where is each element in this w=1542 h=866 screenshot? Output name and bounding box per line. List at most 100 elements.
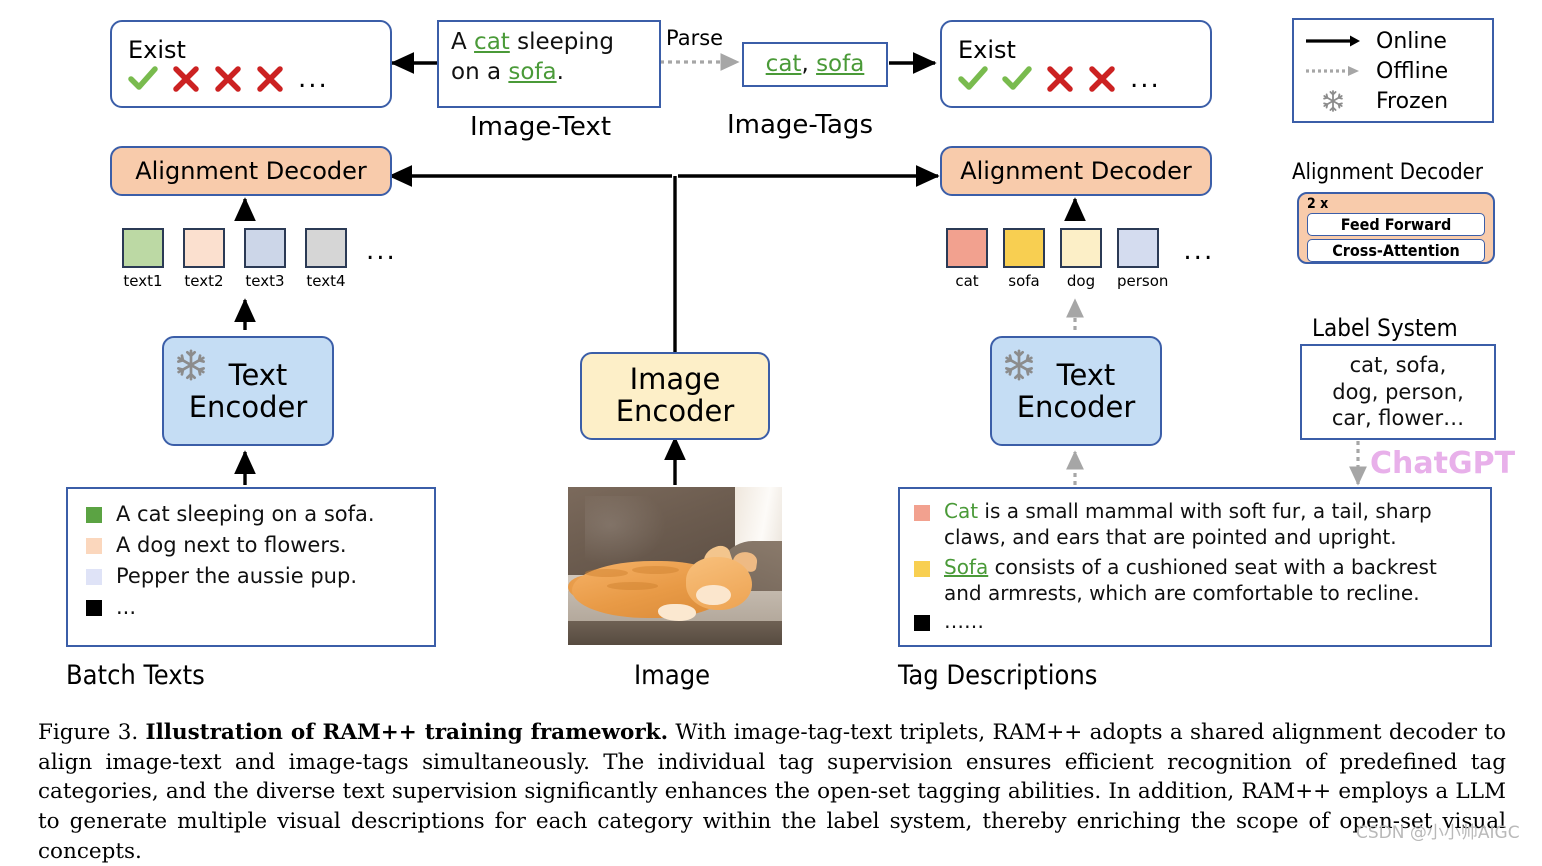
- color-swatch: [86, 507, 102, 523]
- decoder-detail-box: 2 x Feed Forward Cross-Attention: [1297, 192, 1495, 264]
- tag-sofa: sofa: [816, 50, 865, 77]
- left-text-encoder: Text Encoder: [162, 336, 334, 446]
- batch-texts-box: A cat sleeping on a sofa. A dog next to …: [66, 487, 436, 647]
- embedding-label: cat: [955, 272, 979, 290]
- embedding-item: sofa: [1003, 228, 1045, 290]
- figure-bold-title: Illustration of RAM++ training framework…: [145, 720, 669, 745]
- right-exist-title: Exist: [958, 36, 1016, 64]
- label-system-title: Label System: [1312, 314, 1458, 342]
- legend-item-online: Online: [1304, 26, 1482, 56]
- embedding-label: dog: [1066, 272, 1096, 290]
- legend-item-frozen: Frozen: [1304, 86, 1482, 116]
- left-encoder-line2: Encoder: [188, 390, 308, 424]
- color-swatch: [86, 599, 102, 616]
- decoder-detail-title: Alignment Decoder: [1292, 160, 1483, 185]
- embedding-item: text1: [122, 228, 164, 290]
- embedding-swatch: [305, 228, 347, 268]
- image-tags-box: cat, sofa: [742, 42, 888, 87]
- image-encoder-line2: Encoder: [615, 394, 735, 428]
- embedding-swatch: [1060, 228, 1102, 268]
- image-text-caption: Image-Text: [470, 112, 612, 142]
- tag-separator: ,: [801, 50, 817, 77]
- batch-text-label: A cat sleeping on a sofa.: [116, 502, 375, 526]
- image-text-post1: sleeping: [509, 29, 614, 55]
- legend-box: Online Offline Frozen: [1292, 18, 1494, 123]
- tag-description-item: Sofa consists of a cushioned seat with a…: [914, 555, 1478, 606]
- tag-description-text: Cat is a small mammal with soft fur, a t…: [944, 499, 1478, 550]
- tag-descriptions-caption: Tag Descriptions: [898, 660, 1098, 691]
- embedding-swatch: [1117, 228, 1159, 268]
- legend-item-offline: Offline: [1304, 56, 1482, 86]
- right-encoder-line2: Encoder: [1016, 390, 1136, 424]
- image-text-post2: .: [556, 58, 564, 85]
- check-icon: [1002, 66, 1032, 90]
- right-exist-marks: ...: [958, 66, 1194, 92]
- tag-descriptions-box: Cat is a small mammal with soft fur, a t…: [898, 487, 1492, 647]
- tag-description-item: ……: [914, 609, 1478, 635]
- image-text-pre1: A: [451, 29, 475, 55]
- color-swatch: [914, 615, 930, 632]
- embedding-label: sofa: [1008, 272, 1040, 290]
- embedding-item: dog: [1060, 228, 1102, 290]
- color-swatch: [86, 568, 102, 585]
- embedding-swatch: [946, 228, 988, 268]
- batch-text-item: Pepper the aussie pup.: [86, 563, 420, 590]
- parse-label: Parse: [666, 26, 724, 50]
- embedding-swatch: [1003, 228, 1045, 268]
- right-alignment-decoder-label: Alignment Decoder: [960, 157, 1192, 185]
- embedding-label: person: [1117, 272, 1169, 290]
- figure-number: Figure 3.: [38, 720, 139, 745]
- embedding-swatch: [122, 228, 164, 268]
- right-alignment-decoder: Alignment Decoder: [940, 146, 1212, 196]
- batch-texts-caption: Batch Texts: [66, 660, 205, 691]
- color-swatch: [914, 505, 930, 521]
- decoder-block-cross-attention: Cross-Attention: [1307, 239, 1485, 262]
- embedding-item: cat: [946, 228, 988, 290]
- left-exist-box: Exist ...: [110, 20, 392, 108]
- tag-desc-body: is a small mammal with soft fur, a tail,…: [944, 499, 1432, 549]
- embedding-label: text3: [245, 272, 285, 290]
- decoder-block-feed-forward: Feed Forward: [1307, 213, 1485, 236]
- figure-canvas: Exist ... Alignment Decoder text1 text2 …: [0, 0, 1542, 864]
- label-system-line2: dog, person,: [1332, 379, 1464, 404]
- cross-icon: [1089, 66, 1115, 92]
- snowflake-icon: [1323, 90, 1343, 112]
- embedding-item: text3: [244, 228, 286, 290]
- batch-text-label: ...: [116, 594, 137, 619]
- snowflake-icon: [177, 349, 205, 381]
- tag-name-cat: Cat: [944, 499, 979, 523]
- snowflake-icon: [1005, 349, 1033, 381]
- solid-arrow-icon: [1306, 35, 1360, 47]
- image-text-box: A cat sleeping on a sofa.: [437, 20, 661, 108]
- left-embeddings-row: text1 text2 text3 text4 ...: [122, 228, 397, 290]
- image-caption: Image: [634, 660, 711, 691]
- right-embeddings-row: cat sofa dog person ...: [946, 228, 1214, 290]
- embedding-item: text4: [305, 228, 347, 290]
- embedding-item: text2: [183, 228, 225, 290]
- image-text-line2: on a sofa.: [451, 58, 647, 88]
- left-embeddings-ellipsis: ...: [366, 236, 397, 266]
- tag-description-text: ……: [944, 609, 984, 634]
- batch-text-label: Pepper the aussie pup.: [116, 563, 357, 588]
- embedding-label: text1: [123, 272, 163, 290]
- left-alignment-decoder: Alignment Decoder: [110, 146, 392, 196]
- left-alignment-decoder-label: Alignment Decoder: [135, 157, 367, 185]
- tag-description-text: Sofa consists of a cushioned seat with a…: [944, 555, 1478, 606]
- left-exist-ellipsis: ...: [298, 64, 329, 94]
- tag-cat: cat: [765, 50, 802, 77]
- cross-icon: [215, 66, 241, 92]
- image-tags-caption: Image-Tags: [727, 110, 873, 140]
- chatgpt-label: ChatGPT: [1370, 446, 1516, 481]
- left-exist-title: Exist: [128, 36, 186, 64]
- embedding-item: person: [1117, 228, 1168, 290]
- tag-name-sofa: Sofa: [944, 555, 989, 580]
- cross-icon: [1047, 66, 1073, 92]
- image-text-tag-sofa: sofa: [508, 58, 557, 85]
- batch-text-label: A dog next to flowers.: [116, 532, 347, 557]
- check-icon: [958, 66, 988, 90]
- color-swatch: [86, 537, 102, 554]
- decoder-detail-repeat: 2 x: [1307, 196, 1329, 212]
- image-text-line1: A cat sleeping: [451, 28, 647, 58]
- watermark: CSDN @小小帅AIGC: [1356, 823, 1520, 843]
- left-exist-marks: ...: [128, 66, 374, 92]
